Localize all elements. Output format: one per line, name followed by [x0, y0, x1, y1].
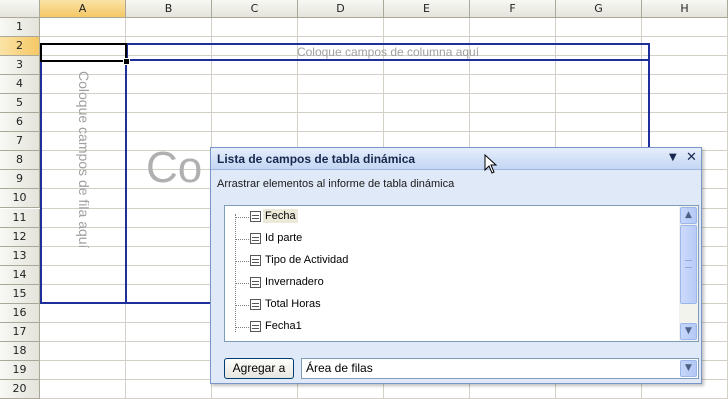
row-header-5[interactable]: 5 — [0, 94, 40, 114]
gridline-horizontal — [40, 36, 728, 38]
field-label: Fecha — [263, 209, 298, 223]
row-header-12[interactable]: 12 — [0, 227, 40, 247]
field-icon — [250, 211, 261, 222]
pivot-data-drop-label: Co — [146, 143, 203, 192]
row-header-18[interactable]: 18 — [0, 341, 40, 361]
row-header-9[interactable]: 9 — [0, 170, 40, 190]
field-label: Fecha1 — [265, 320, 302, 332]
tree-connector — [235, 327, 249, 328]
panel-description: Arrastrar elementos al informe de tabla … — [217, 178, 455, 190]
pivot-column-drop-label: Coloque campos de columna aquí — [296, 45, 480, 59]
field-icon — [250, 321, 261, 332]
row-header-7[interactable]: 7 — [0, 132, 40, 152]
row-header-6[interactable]: 6 — [0, 113, 40, 133]
field-label: Tipo de Actividad — [265, 254, 349, 266]
row-header-14[interactable]: 14 — [0, 265, 40, 285]
row-header-4[interactable]: 4 — [0, 75, 40, 95]
tree-connector — [235, 239, 249, 240]
column-header-f[interactable]: F — [470, 0, 556, 18]
column-header-g[interactable]: G — [556, 0, 642, 18]
fill-handle[interactable] — [123, 58, 130, 65]
row-header-15[interactable]: 15 — [0, 284, 40, 304]
scroll-down-icon[interactable]: ▼ — [680, 323, 697, 340]
row-header-2[interactable]: 2 — [0, 37, 40, 57]
row-header-11[interactable]: 11 — [0, 208, 40, 228]
field-icon — [250, 277, 261, 288]
add-to-button[interactable]: Agregar a — [224, 358, 294, 379]
field-icon — [250, 255, 261, 266]
tree-connector — [235, 217, 249, 218]
field-label: Total Horas — [265, 298, 321, 310]
pivot-field-list-panel: Lista de campos de tabla dinámica ▼ ✕ Ar… — [210, 147, 702, 384]
close-icon[interactable]: ✕ — [686, 150, 697, 165]
pivot-column-drop-area[interactable]: Coloque campos de columna aquí — [126, 43, 650, 61]
pivot-row-drop-label: Coloque campos de fila aquí — [75, 71, 92, 249]
row-header-3[interactable]: 3 — [0, 56, 40, 76]
tree-connector — [235, 261, 249, 262]
tree-connector — [235, 214, 236, 332]
panel-title: Lista de campos de tabla dinámica — [217, 152, 416, 166]
column-header-d[interactable]: D — [298, 0, 384, 18]
row-header-20[interactable]: 20 — [0, 379, 40, 399]
mouse-cursor-icon — [484, 154, 498, 174]
active-cell-a2[interactable] — [40, 43, 127, 62]
area-select[interactable]: Área de filas ▼ — [301, 358, 699, 379]
column-header-a[interactable]: A — [40, 0, 126, 18]
area-select-value: Área de filas — [306, 361, 373, 375]
field-icon — [250, 233, 261, 244]
column-header-h[interactable]: H — [642, 0, 728, 18]
tree-connector — [235, 283, 249, 284]
row-header-1[interactable]: 1 — [0, 18, 40, 37]
row-header-17[interactable]: 17 — [0, 322, 40, 342]
panel-menu-dropdown-icon[interactable]: ▼ — [669, 152, 677, 163]
row-header-13[interactable]: 13 — [0, 246, 40, 266]
field-label: Invernadero — [265, 276, 324, 288]
field-label: Id parte — [265, 232, 303, 244]
tree-connector — [235, 305, 249, 306]
scroll-up-icon[interactable]: ▲ — [680, 207, 697, 224]
select-all-corner[interactable] — [0, 0, 40, 18]
scrollbar-thumb[interactable] — [680, 225, 697, 304]
field-list-box: Fecha Id parte Tipo de Actividad Invernader… — [224, 205, 699, 342]
vertical-scrollbar[interactable]: ▲ ▼ — [679, 206, 698, 341]
column-header-b[interactable]: B — [126, 0, 212, 18]
chevron-down-icon[interactable]: ▼ — [680, 360, 697, 377]
panel-title-bar[interactable]: Lista de campos de tabla dinámica ▼ ✕ — [211, 148, 701, 170]
pivot-row-drop-area[interactable]: Coloque campos de fila aquí — [40, 61, 127, 304]
column-header-c[interactable]: C — [212, 0, 298, 18]
row-header-10[interactable]: 10 — [0, 189, 40, 209]
row-header-19[interactable]: 19 — [0, 360, 40, 380]
column-header-e[interactable]: E — [384, 0, 470, 18]
row-header-16[interactable]: 16 — [0, 303, 40, 323]
field-icon — [250, 299, 261, 310]
row-header-8[interactable]: 8 — [0, 151, 40, 171]
